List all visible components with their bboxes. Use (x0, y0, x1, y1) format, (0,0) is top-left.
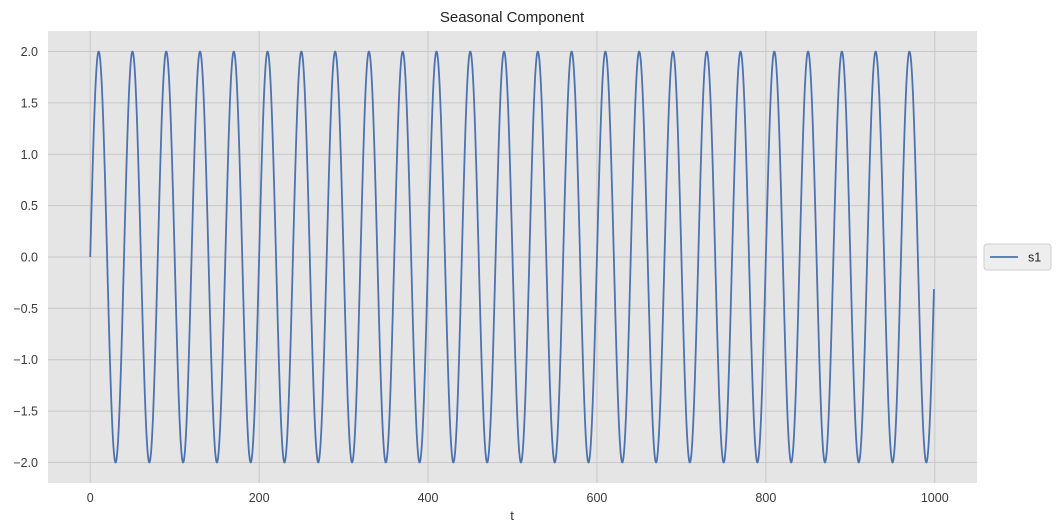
y-tick-label: −2.0 (13, 456, 38, 470)
x-tick-label: 800 (755, 491, 776, 505)
chart-title: Seasonal Component (440, 9, 585, 26)
x-axis-label: t (510, 508, 514, 523)
seasonal-component-chart: 0 200 400 600 800 1000 2.0 1.5 1.0 0.5 0.0 −0.5 −1.… (13, 9, 1052, 523)
y-tick-label: 0.5 (21, 199, 38, 213)
y-tick-label: −1.0 (13, 353, 38, 367)
legend: s1 (983, 243, 1052, 271)
x-tick-label: 600 (587, 491, 608, 505)
x-tick-label: 1000 (921, 491, 949, 505)
x-tick-label: 200 (249, 491, 270, 505)
y-tick-label: 1.0 (21, 148, 38, 162)
x-tick-label: 0 (87, 491, 94, 505)
legend-label: s1 (1028, 251, 1041, 265)
y-tick-label: 2.0 (21, 45, 38, 59)
y-tick-label: 1.5 (21, 96, 38, 110)
y-axis-ticks: 2.0 1.5 1.0 0.5 0.0 −0.5 −1.0 −1.5 −2.0 (13, 45, 38, 470)
y-tick-label: 0.0 (21, 251, 38, 265)
x-tick-label: 400 (418, 491, 439, 505)
y-tick-label: −1.5 (13, 405, 38, 419)
x-axis-ticks: 0 200 400 600 800 1000 (87, 491, 949, 505)
y-tick-label: −0.5 (13, 302, 38, 316)
